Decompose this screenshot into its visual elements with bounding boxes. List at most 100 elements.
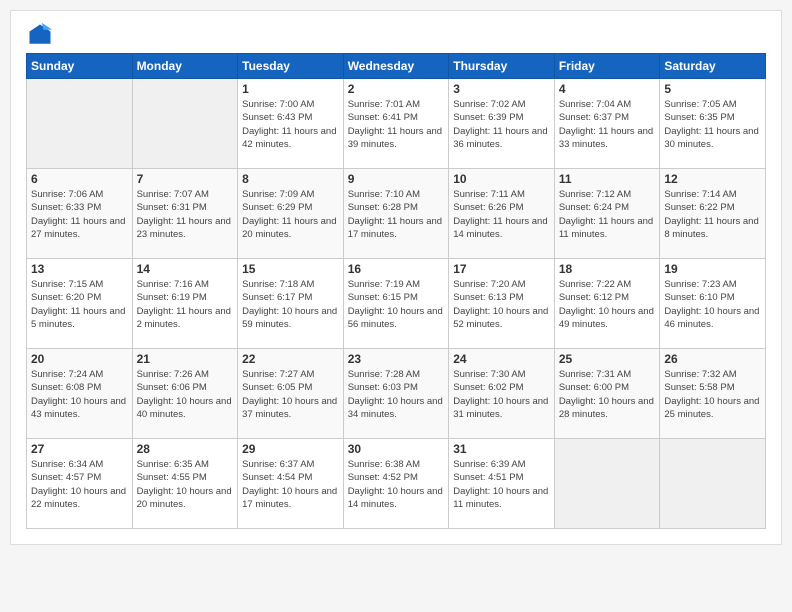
day-info: Sunrise: 7:00 AMSunset: 6:43 PMDaylight:… bbox=[242, 98, 339, 151]
day-cell: 29 Sunrise: 6:37 AMSunset: 4:54 PMDayligh… bbox=[238, 439, 344, 529]
day-number: 13 bbox=[31, 262, 128, 276]
day-cell: 12 Sunrise: 7:14 AMSunset: 6:22 PMDayligh… bbox=[660, 169, 766, 259]
day-header-saturday: Saturday bbox=[660, 54, 766, 79]
header-row: SundayMondayTuesdayWednesdayThursdayFrid… bbox=[27, 54, 766, 79]
week-row-1: 1 Sunrise: 7:00 AMSunset: 6:43 PMDaylight… bbox=[27, 79, 766, 169]
day-number: 14 bbox=[137, 262, 234, 276]
day-cell: 8 Sunrise: 7:09 AMSunset: 6:29 PMDaylight… bbox=[238, 169, 344, 259]
day-info: Sunrise: 7:07 AMSunset: 6:31 PMDaylight:… bbox=[137, 188, 234, 241]
day-info: Sunrise: 6:34 AMSunset: 4:57 PMDaylight:… bbox=[31, 458, 128, 511]
day-cell: 26 Sunrise: 7:32 AMSunset: 5:58 PMDayligh… bbox=[660, 349, 766, 439]
day-info: Sunrise: 7:27 AMSunset: 6:05 PMDaylight:… bbox=[242, 368, 339, 421]
day-number: 19 bbox=[664, 262, 761, 276]
day-number: 26 bbox=[664, 352, 761, 366]
day-cell: 13 Sunrise: 7:15 AMSunset: 6:20 PMDayligh… bbox=[27, 259, 133, 349]
day-info: Sunrise: 7:32 AMSunset: 5:58 PMDaylight:… bbox=[664, 368, 761, 421]
week-row-3: 13 Sunrise: 7:15 AMSunset: 6:20 PMDayligh… bbox=[27, 259, 766, 349]
week-row-4: 20Sunrise: 7:24 AMSunset: 6:08 PMDayligh… bbox=[27, 349, 766, 439]
day-number: 9 bbox=[348, 172, 445, 186]
day-number: 28 bbox=[137, 442, 234, 456]
day-number: 27 bbox=[31, 442, 128, 456]
day-cell: 14 Sunrise: 7:16 AMSunset: 6:19 PMDayligh… bbox=[132, 259, 238, 349]
day-number: 25 bbox=[559, 352, 656, 366]
day-header-sunday: Sunday bbox=[27, 54, 133, 79]
day-info: Sunrise: 7:22 AMSunset: 6:12 PMDaylight:… bbox=[559, 278, 656, 331]
day-cell: 25Sunrise: 7:31 AMSunset: 6:00 PMDayligh… bbox=[554, 349, 660, 439]
day-cell: 16 Sunrise: 7:19 AMSunset: 6:15 PMDayligh… bbox=[343, 259, 449, 349]
day-cell: 30Sunrise: 6:38 AMSunset: 4:52 PMDayligh… bbox=[343, 439, 449, 529]
week-row-2: 6 Sunrise: 7:06 AMSunset: 6:33 PMDaylight… bbox=[27, 169, 766, 259]
week-row-5: 27 Sunrise: 6:34 AMSunset: 4:57 PMDayligh… bbox=[27, 439, 766, 529]
day-number: 10 bbox=[453, 172, 550, 186]
logo-icon bbox=[26, 21, 54, 49]
day-cell: 22 Sunrise: 7:27 AMSunset: 6:05 PMDayligh… bbox=[238, 349, 344, 439]
day-number: 1 bbox=[242, 82, 339, 96]
day-info: Sunrise: 7:06 AMSunset: 6:33 PMDaylight:… bbox=[31, 188, 128, 241]
day-cell: 20Sunrise: 7:24 AMSunset: 6:08 PMDayligh… bbox=[27, 349, 133, 439]
day-number: 8 bbox=[242, 172, 339, 186]
day-info: Sunrise: 7:20 AMSunset: 6:13 PMDaylight:… bbox=[453, 278, 550, 331]
day-cell: 28 Sunrise: 6:35 AMSunset: 4:55 PMDayligh… bbox=[132, 439, 238, 529]
day-info: Sunrise: 7:26 AMSunset: 6:06 PMDaylight:… bbox=[137, 368, 234, 421]
day-number: 15 bbox=[242, 262, 339, 276]
day-cell: 4 Sunrise: 7:04 AMSunset: 6:37 PMDaylight… bbox=[554, 79, 660, 169]
day-number: 12 bbox=[664, 172, 761, 186]
day-number: 30 bbox=[348, 442, 445, 456]
day-cell: 5 Sunrise: 7:05 AMSunset: 6:35 PMDaylight… bbox=[660, 79, 766, 169]
day-number: 3 bbox=[453, 82, 550, 96]
day-cell: 15 Sunrise: 7:18 AMSunset: 6:17 PMDayligh… bbox=[238, 259, 344, 349]
day-cell: 24Sunrise: 7:30 AMSunset: 6:02 PMDayligh… bbox=[449, 349, 555, 439]
day-number: 11 bbox=[559, 172, 656, 186]
day-info: Sunrise: 7:05 AMSunset: 6:35 PMDaylight:… bbox=[664, 98, 761, 151]
day-info: Sunrise: 7:24 AMSunset: 6:08 PMDaylight:… bbox=[31, 368, 128, 421]
day-cell: 7 Sunrise: 7:07 AMSunset: 6:31 PMDaylight… bbox=[132, 169, 238, 259]
day-number: 16 bbox=[348, 262, 445, 276]
day-cell: 21 Sunrise: 7:26 AMSunset: 6:06 PMDayligh… bbox=[132, 349, 238, 439]
day-number: 6 bbox=[31, 172, 128, 186]
day-cell: 18 Sunrise: 7:22 AMSunset: 6:12 PMDayligh… bbox=[554, 259, 660, 349]
day-info: Sunrise: 7:18 AMSunset: 6:17 PMDaylight:… bbox=[242, 278, 339, 331]
day-number: 5 bbox=[664, 82, 761, 96]
day-info: Sunrise: 7:16 AMSunset: 6:19 PMDaylight:… bbox=[137, 278, 234, 331]
day-number: 17 bbox=[453, 262, 550, 276]
day-cell: 9 Sunrise: 7:10 AMSunset: 6:28 PMDaylight… bbox=[343, 169, 449, 259]
day-info: Sunrise: 6:35 AMSunset: 4:55 PMDaylight:… bbox=[137, 458, 234, 511]
day-number: 29 bbox=[242, 442, 339, 456]
day-header-tuesday: Tuesday bbox=[238, 54, 344, 79]
day-cell: 17 Sunrise: 7:20 AMSunset: 6:13 PMDayligh… bbox=[449, 259, 555, 349]
day-cell: 23Sunrise: 7:28 AMSunset: 6:03 PMDayligh… bbox=[343, 349, 449, 439]
day-info: Sunrise: 7:10 AMSunset: 6:28 PMDaylight:… bbox=[348, 188, 445, 241]
day-cell bbox=[27, 79, 133, 169]
day-header-thursday: Thursday bbox=[449, 54, 555, 79]
day-cell: 11 Sunrise: 7:12 AMSunset: 6:24 PMDayligh… bbox=[554, 169, 660, 259]
day-number: 21 bbox=[137, 352, 234, 366]
day-header-monday: Monday bbox=[132, 54, 238, 79]
header bbox=[26, 21, 766, 49]
day-cell: 27 Sunrise: 6:34 AMSunset: 4:57 PMDayligh… bbox=[27, 439, 133, 529]
day-cell: 31Sunrise: 6:39 AMSunset: 4:51 PMDayligh… bbox=[449, 439, 555, 529]
day-info: Sunrise: 7:12 AMSunset: 6:24 PMDaylight:… bbox=[559, 188, 656, 241]
day-info: Sunrise: 7:11 AMSunset: 6:26 PMDaylight:… bbox=[453, 188, 550, 241]
day-cell bbox=[132, 79, 238, 169]
day-info: Sunrise: 7:30 AMSunset: 6:02 PMDaylight:… bbox=[453, 368, 550, 421]
day-number: 4 bbox=[559, 82, 656, 96]
day-info: Sunrise: 7:04 AMSunset: 6:37 PMDaylight:… bbox=[559, 98, 656, 151]
day-info: Sunrise: 7:09 AMSunset: 6:29 PMDaylight:… bbox=[242, 188, 339, 241]
day-info: Sunrise: 7:02 AMSunset: 6:39 PMDaylight:… bbox=[453, 98, 550, 151]
day-number: 7 bbox=[137, 172, 234, 186]
day-info: Sunrise: 7:01 AMSunset: 6:41 PMDaylight:… bbox=[348, 98, 445, 151]
day-number: 2 bbox=[348, 82, 445, 96]
day-info: Sunrise: 7:19 AMSunset: 6:15 PMDaylight:… bbox=[348, 278, 445, 331]
calendar-table: SundayMondayTuesdayWednesdayThursdayFrid… bbox=[26, 53, 766, 529]
day-info: Sunrise: 6:37 AMSunset: 4:54 PMDaylight:… bbox=[242, 458, 339, 511]
day-number: 18 bbox=[559, 262, 656, 276]
day-cell: 1 Sunrise: 7:00 AMSunset: 6:43 PMDaylight… bbox=[238, 79, 344, 169]
day-info: Sunrise: 7:28 AMSunset: 6:03 PMDaylight:… bbox=[348, 368, 445, 421]
day-cell: 3 Sunrise: 7:02 AMSunset: 6:39 PMDaylight… bbox=[449, 79, 555, 169]
day-info: Sunrise: 7:15 AMSunset: 6:20 PMDaylight:… bbox=[31, 278, 128, 331]
day-cell: 2 Sunrise: 7:01 AMSunset: 6:41 PMDaylight… bbox=[343, 79, 449, 169]
day-header-friday: Friday bbox=[554, 54, 660, 79]
day-number: 22 bbox=[242, 352, 339, 366]
calendar-container: SundayMondayTuesdayWednesdayThursdayFrid… bbox=[10, 10, 782, 545]
day-info: Sunrise: 7:14 AMSunset: 6:22 PMDaylight:… bbox=[664, 188, 761, 241]
